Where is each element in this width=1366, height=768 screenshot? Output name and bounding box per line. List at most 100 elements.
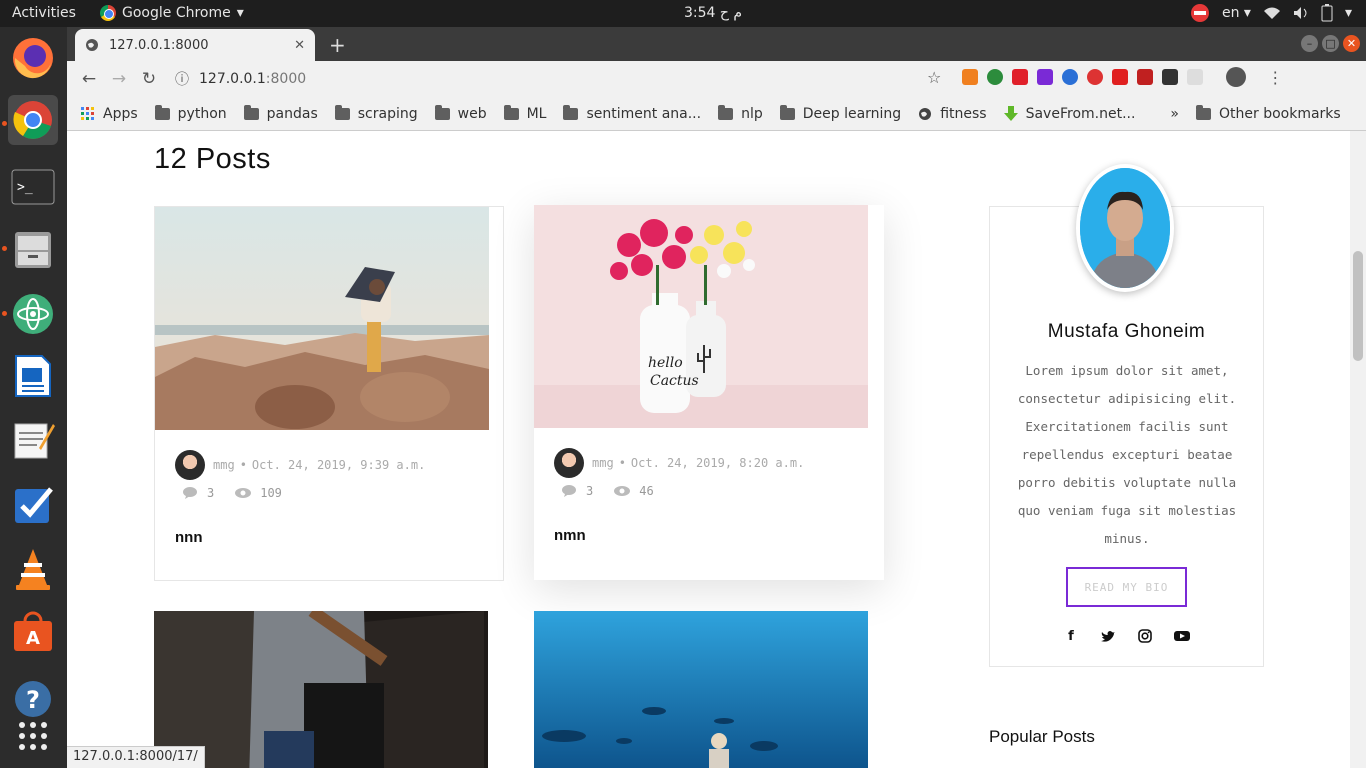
svg-text:hello: hello <box>648 355 683 371</box>
popular-posts-heading: Popular Posts <box>989 727 1095 746</box>
show-applications-button[interactable] <box>8 711 58 761</box>
post-title[interactable]: nmn <box>554 527 586 544</box>
reload-button[interactable]: ↻ <box>134 69 164 89</box>
bookmark-fitness[interactable]: fitness <box>918 106 987 122</box>
cookie-extension-icon[interactable] <box>1062 69 1079 85</box>
firefox-launcher[interactable] <box>8 33 58 83</box>
language-indicator[interactable]: en ▾ <box>1222 5 1251 21</box>
writer-launcher[interactable] <box>8 351 58 401</box>
post-stats: 3 46 <box>562 484 654 498</box>
post-thumbnail[interactable] <box>155 207 489 430</box>
folder-icon <box>434 104 450 120</box>
youtube-icon[interactable] <box>1174 628 1190 644</box>
vlc-icon <box>16 549 50 590</box>
page-viewport: 12 Posts mmg • Oct. 24, 2019, 9:39 a.m. <box>67 131 1350 768</box>
clock[interactable]: 3:54 م ح <box>684 5 742 21</box>
bookmark-folder-sentiment[interactable]: sentiment ana... <box>563 104 701 122</box>
link-status-bubble: 127.0.0.1:8000/17/ <box>67 746 205 768</box>
chevron-down-icon: ▾ <box>236 5 244 21</box>
facebook-icon[interactable]: f <box>1063 628 1079 644</box>
arabic-extension-icon[interactable] <box>1137 69 1154 85</box>
comment-count: 3 <box>586 484 594 498</box>
minimize-button[interactable]: – <box>1301 35 1318 52</box>
atom-launcher[interactable] <box>8 289 58 339</box>
info-icon[interactable]: ⓘ <box>175 69 189 89</box>
globe-extension-icon[interactable] <box>987 69 1004 85</box>
extensions-area: ☆ ⋮ <box>927 67 1283 87</box>
close-tab-icon[interactable]: ✕ <box>294 38 305 53</box>
box-extension-icon[interactable] <box>1162 69 1179 85</box>
download-arrow-icon <box>1003 105 1018 121</box>
post-card[interactable]: mmg • Oct. 24, 2019, 9:39 a.m. 3 109 nnn <box>154 206 504 581</box>
menu-dots-icon[interactable]: ⋮ <box>1267 68 1283 87</box>
post-date: Oct. 24, 2019, 9:39 a.m. <box>251 458 426 472</box>
react-extension-icon[interactable] <box>1187 69 1204 85</box>
post-card[interactable]: hello Cactus mmg • Oct. 24, 2019, 8:20 a… <box>534 205 884 580</box>
eyedropper-extension-icon[interactable] <box>1037 69 1054 85</box>
bookmark-folder-ml[interactable]: ML <box>503 104 546 122</box>
bookmark-star-icon[interactable]: ☆ <box>927 68 941 87</box>
author-avatar[interactable] <box>175 450 205 480</box>
profile-avatar[interactable] <box>1226 67 1247 87</box>
pokeball-extension-icon[interactable] <box>1087 69 1104 85</box>
author-name[interactable]: mmg <box>592 456 614 470</box>
svg-text:Cactus: Cactus <box>650 373 699 389</box>
software-icon: A <box>14 611 52 651</box>
page-scrollbar[interactable] <box>1350 131 1366 768</box>
scrollbar-thumb[interactable] <box>1353 251 1363 361</box>
bookmark-folder-nlp[interactable]: nlp <box>718 104 763 122</box>
tasks-launcher[interactable] <box>8 480 58 530</box>
address-bar[interactable]: ⓘ 127.0.0.1:8000 <box>175 65 945 93</box>
post-title[interactable]: nnn <box>175 529 203 546</box>
bookmark-folder-python[interactable]: python <box>154 104 227 122</box>
twitter-icon[interactable] <box>1100 628 1116 644</box>
tab-strip: 127.0.0.1:8000 ✕ + – □ ✕ <box>67 27 1366 61</box>
pdf-extension-icon[interactable] <box>1112 69 1129 85</box>
bookmark-folder-scraping[interactable]: scraping <box>334 104 418 122</box>
new-tab-button[interactable]: + <box>329 33 346 57</box>
post-thumbnail[interactable]: hello Cactus <box>534 205 868 428</box>
bookmarks-bar: Apps python pandas scraping web ML senti… <box>67 97 1366 131</box>
folder-icon <box>1196 104 1211 120</box>
bookmark-folder-deep-learning[interactable]: Deep learning <box>779 104 901 122</box>
forward-button[interactable]: → <box>104 69 134 89</box>
bookmark-folder-web[interactable]: web <box>434 104 487 122</box>
video-extension-icon[interactable] <box>1012 69 1029 85</box>
software-launcher[interactable]: A <box>8 607 58 657</box>
no-entry-icon[interactable] <box>1190 3 1210 23</box>
bookmark-apps[interactable]: Apps <box>81 106 138 122</box>
view-count: 46 <box>639 484 654 498</box>
app-name: Google Chrome <box>122 5 231 21</box>
post-thumbnail[interactable] <box>154 611 488 768</box>
tasks-icon <box>15 487 53 523</box>
bookmark-folder-pandas[interactable]: pandas <box>243 104 318 122</box>
read-bio-button[interactable]: READ MY BIO <box>1066 567 1187 607</box>
volume-icon <box>1293 7 1307 19</box>
tab-active[interactable]: 127.0.0.1:8000 ✕ <box>75 29 315 61</box>
vlc-launcher[interactable] <box>8 544 58 594</box>
app-menu[interactable]: Google Chrome ▾ <box>100 5 244 21</box>
post-date: Oct. 24, 2019, 8:20 a.m. <box>630 456 805 470</box>
eye-icon <box>614 486 631 496</box>
activities-button[interactable]: Activities <box>12 5 76 21</box>
terminal-launcher[interactable]: >_ <box>8 162 58 212</box>
chrome-launcher[interactable] <box>8 95 58 145</box>
close-window-button[interactable]: ✕ <box>1343 35 1360 52</box>
download-extension-icon[interactable] <box>962 69 979 85</box>
maximize-button[interactable]: □ <box>1322 35 1339 52</box>
bookmark-folder-other[interactable]: Other bookmarks <box>1196 104 1341 122</box>
bookmark-savefrom[interactable]: SaveFrom.net... <box>1003 105 1135 122</box>
folder-icon <box>154 104 170 120</box>
bookmarks-overflow-button[interactable]: » <box>1170 106 1179 122</box>
author-avatar[interactable] <box>554 448 584 478</box>
instagram-icon[interactable] <box>1137 628 1153 644</box>
folder-icon <box>243 104 259 120</box>
back-button[interactable]: ← <box>74 69 104 89</box>
author-name[interactable]: mmg <box>213 458 235 472</box>
system-tray[interactable]: en ▾ ▾ <box>1190 3 1352 23</box>
folder-icon <box>779 104 795 120</box>
files-launcher[interactable] <box>8 224 58 274</box>
post-thumbnail[interactable] <box>534 611 868 768</box>
text-editor-launcher[interactable] <box>8 414 58 464</box>
view-count: 109 <box>260 486 282 500</box>
